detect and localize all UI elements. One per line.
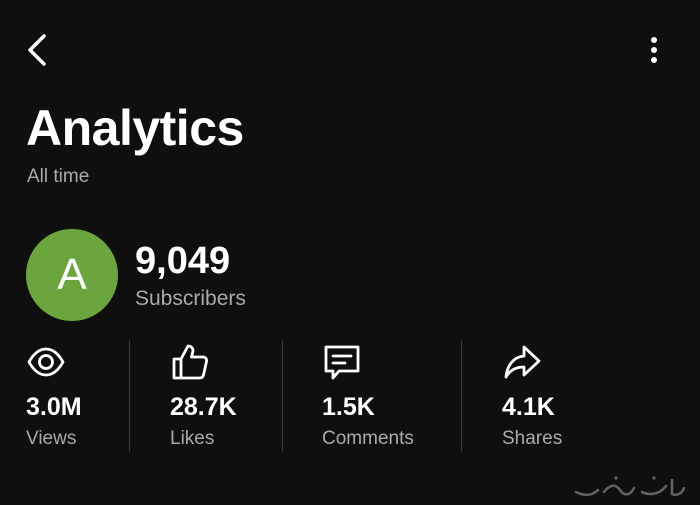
stats-row: 3.0M Views 28.7K Likes 1.5K Comments 4.1… <box>0 338 700 458</box>
channel-summary: A 9,049 Subscribers <box>26 229 426 321</box>
subscriber-label: Subscribers <box>135 287 246 310</box>
divider <box>129 340 130 452</box>
more-vertical-icon <box>651 37 657 63</box>
period-label: All time <box>27 166 90 187</box>
eye-icon <box>26 342 66 382</box>
back-button[interactable] <box>20 30 56 70</box>
more-options-button[interactable] <box>640 34 668 66</box>
comment-icon <box>322 342 362 382</box>
avatar[interactable]: A <box>26 229 118 321</box>
share-icon <box>502 342 542 382</box>
page-title: Analytics <box>26 100 244 156</box>
watermark-logo <box>570 470 690 500</box>
avatar-letter: A <box>57 250 87 299</box>
comments-value: 1.5K <box>322 393 375 421</box>
subscriber-count: 9,049 <box>135 240 231 282</box>
thumbs-up-icon <box>170 342 210 382</box>
shares-label: Shares <box>502 428 563 449</box>
comments-label: Comments <box>322 428 414 449</box>
likes-label: Likes <box>170 428 215 449</box>
divider <box>282 340 283 452</box>
likes-value: 28.7K <box>170 393 237 421</box>
chevron-left-icon <box>28 34 46 66</box>
shares-value: 4.1K <box>502 393 555 421</box>
divider <box>461 340 462 452</box>
views-label: Views <box>26 428 77 449</box>
views-value: 3.0M <box>26 393 82 421</box>
